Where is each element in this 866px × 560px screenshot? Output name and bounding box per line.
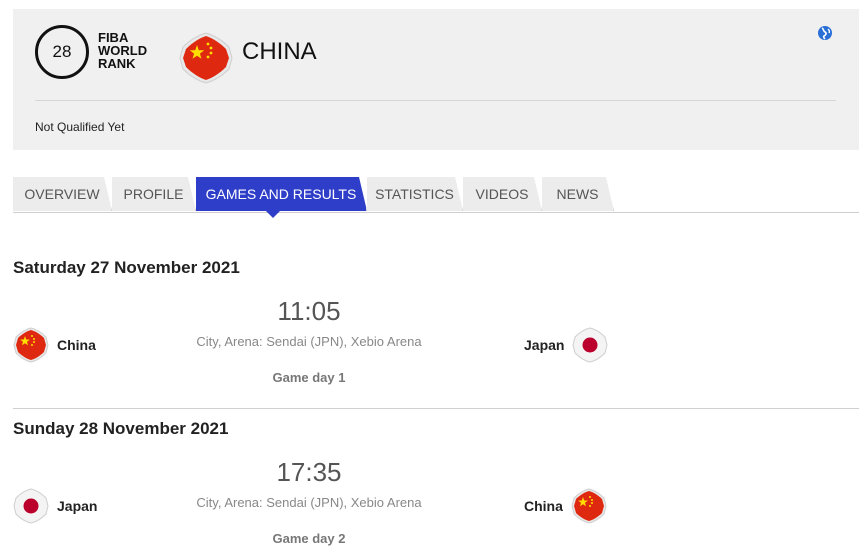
tab-games-and-results[interactable]: GAMES AND RESULTS [196, 177, 367, 211]
game-date-heading: Sunday 28 November 2021 [13, 419, 229, 438]
rank-label-line: RANK [98, 56, 136, 71]
tab-bar: OVERVIEW PROFILE GAMES AND RESULTS STATI… [13, 177, 859, 213]
country-name: CHINA [242, 38, 317, 65]
game-date-heading: Saturday 27 November 2021 [13, 258, 240, 277]
china-flag-icon [179, 32, 233, 84]
header-divider [35, 100, 836, 101]
tab-profile[interactable]: PROFILE [112, 177, 196, 211]
home-team[interactable]: China [13, 327, 96, 363]
world-rank-number: 28 [52, 42, 72, 61]
game-day: Game day 2 [272, 531, 346, 546]
away-team[interactable]: China [524, 488, 607, 524]
game-day: Game day 1 [272, 370, 346, 385]
china-flag-icon [13, 327, 49, 363]
world-rank-label: FIBA WORLD RANK [98, 31, 168, 70]
japan-flag-icon [13, 488, 49, 524]
home-team-name: Japan [57, 498, 98, 514]
home-team-name: China [57, 337, 96, 353]
game-venue: City, Arena: Sendai (JPN), Xebio Arena [196, 334, 422, 349]
away-team-name: Japan [524, 337, 565, 353]
home-team[interactable]: Japan [13, 488, 97, 524]
tab-statistics[interactable]: STATISTICS [367, 177, 463, 211]
section-divider [13, 408, 859, 409]
tab-overview[interactable]: OVERVIEW [13, 177, 112, 211]
away-team-name: China [524, 498, 563, 514]
tab-videos[interactable]: VIDEOS [463, 177, 542, 211]
game-venue: City, Arena: Sendai (JPN), Xebio Arena [196, 495, 422, 510]
globe-icon[interactable] [817, 25, 833, 41]
game-time: 11:05 [277, 296, 341, 326]
active-tab-indicator [266, 211, 280, 218]
away-team[interactable]: Japan [524, 327, 608, 363]
tab-news[interactable]: NEWS [542, 177, 614, 211]
team-header: 28 FIBA WORLD RANK CHINA Not Qualified Y… [13, 9, 859, 150]
china-flag-icon [571, 488, 607, 524]
qualification-status: Not Qualified Yet [35, 120, 125, 134]
game-time: 17:35 [276, 457, 342, 487]
world-rank-badge: 28 [35, 25, 89, 79]
japan-flag-icon [572, 327, 608, 363]
